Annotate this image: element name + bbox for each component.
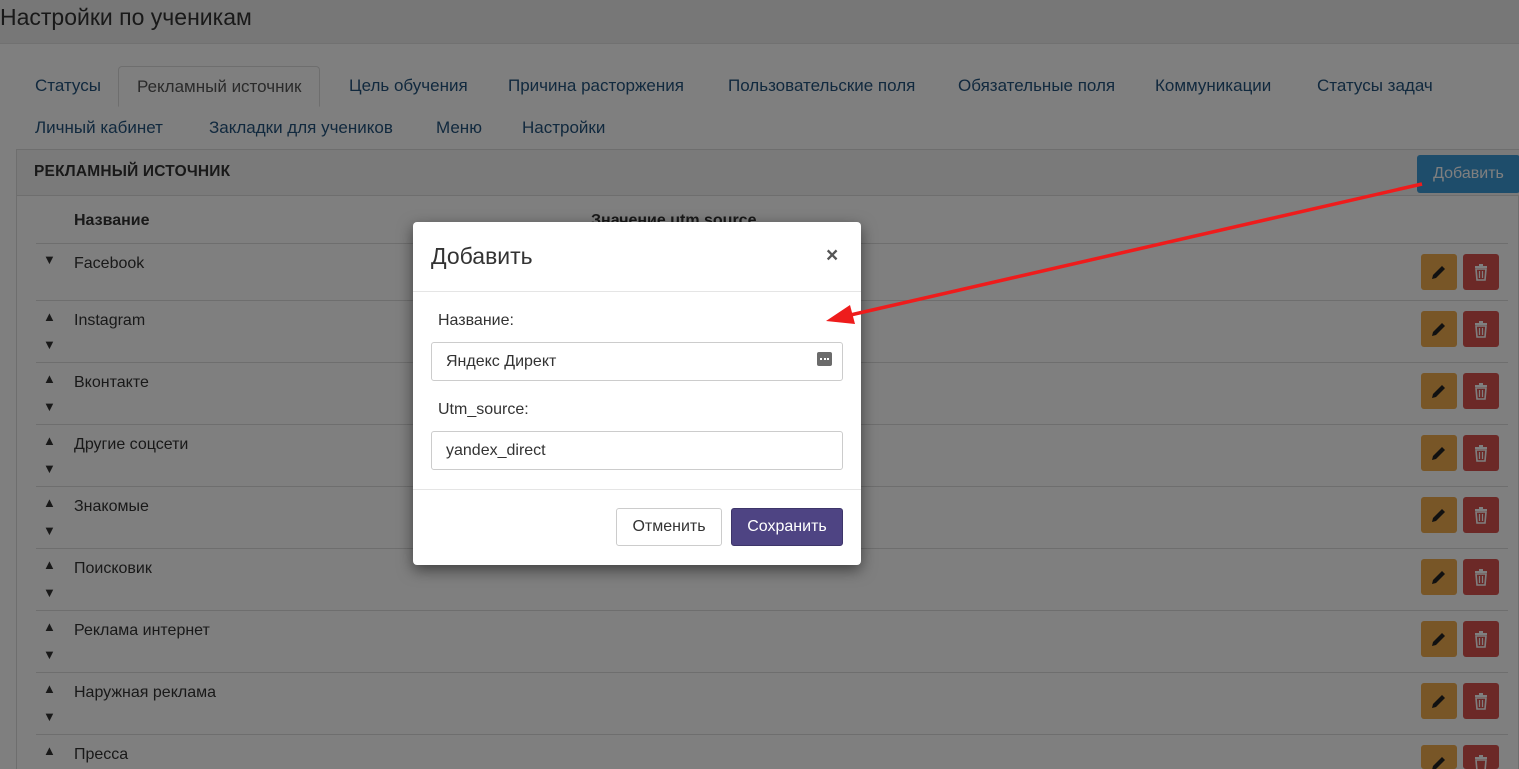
cancel-button[interactable]: Отменить xyxy=(616,508,722,546)
modal-footer-divider xyxy=(413,489,861,490)
add-dialog: Добавить × Название: Яндекс Директ Utm_s… xyxy=(413,222,861,565)
close-icon[interactable]: × xyxy=(826,244,838,268)
password-manager-icon[interactable] xyxy=(817,352,832,366)
name-field[interactable]: Яндекс Директ xyxy=(431,342,843,381)
modal-header: Добавить × xyxy=(413,222,861,292)
utm-source-field[interactable]: yandex_direct xyxy=(431,431,843,470)
name-label: Название: xyxy=(438,312,514,329)
modal-title: Добавить xyxy=(431,243,533,269)
utm-source-label: Utm_source: xyxy=(438,401,529,418)
save-button[interactable]: Сохранить xyxy=(731,508,843,546)
